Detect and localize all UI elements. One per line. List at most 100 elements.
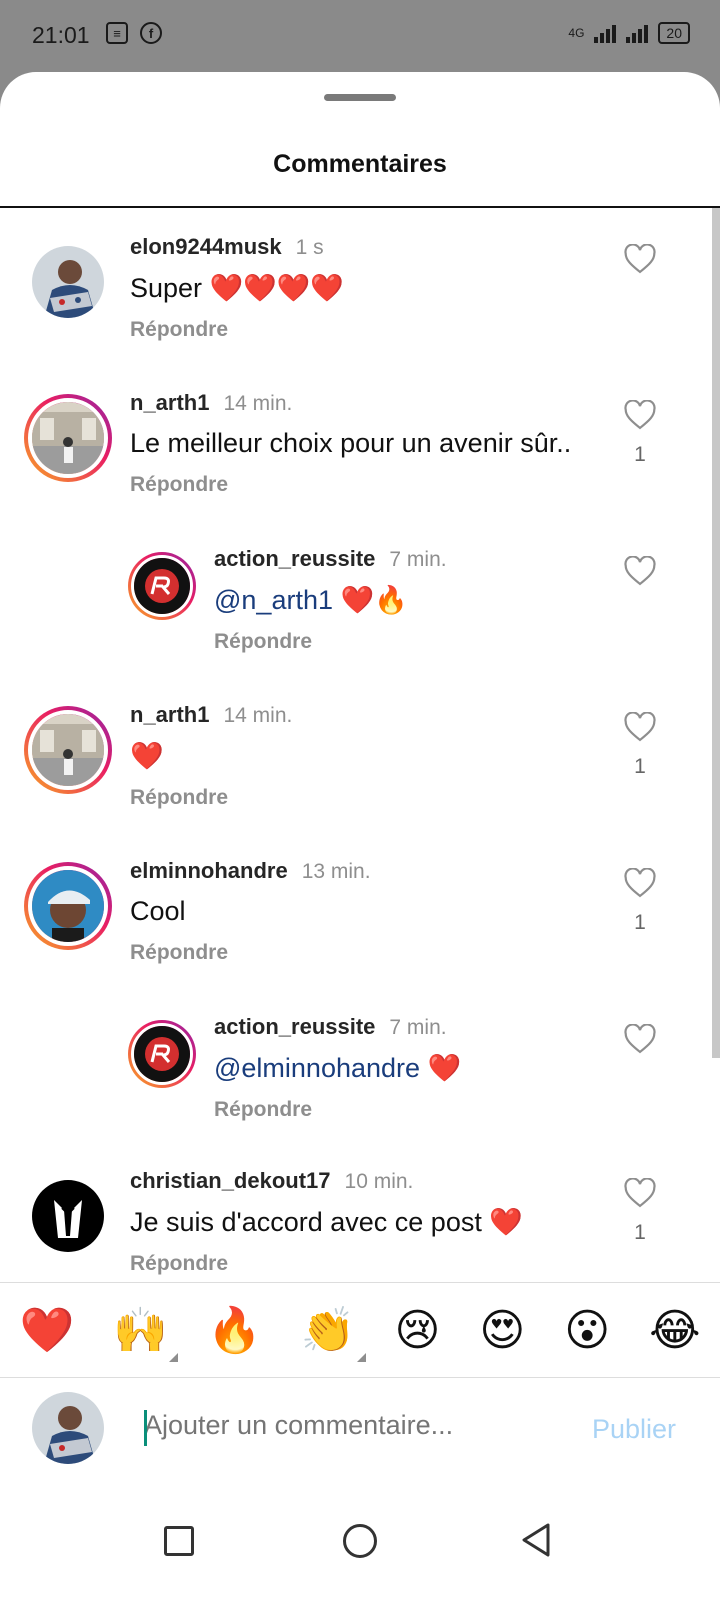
message-notification-icon: ≡ (106, 22, 128, 44)
notification-icons: ≡ f (106, 22, 162, 44)
skin-tone-indicator-icon (169, 1353, 179, 1362)
comment-text-emoji: ❤️ (420, 1053, 462, 1083)
comment-time: 7 min. (389, 548, 447, 571)
comment-item: elon9244musk 1 s Super ❤️❤️❤️❤️ Répondre (0, 226, 700, 346)
comment-item: n_arth1 14 min. ❤️ Répondre 1 (0, 694, 700, 814)
brand-logo (131, 1023, 193, 1085)
back-icon[interactable] (520, 1522, 552, 1558)
header-divider (0, 206, 720, 208)
like-count: 1 (634, 443, 646, 466)
comment-username[interactable]: n_arth1 (130, 702, 209, 728)
like-count: 1 (634, 755, 646, 778)
signal-2-icon (626, 23, 649, 43)
reply-button[interactable]: Répondre (130, 318, 344, 342)
emoji-fire-button[interactable]: 🔥 (207, 1304, 262, 1356)
comment-username[interactable]: action_reussite (214, 1014, 375, 1040)
heart-icon (624, 399, 656, 430)
comment-username[interactable]: christian_dekout17 (130, 1168, 331, 1194)
avatar-image (28, 866, 108, 946)
comment-username[interactable]: elminnohandre (130, 858, 288, 884)
comment-text: Je suis d'accord avec ce post ❤️ (130, 1207, 523, 1237)
publish-button[interactable]: Publier (592, 1414, 676, 1445)
emoji-surprised-button[interactable]: 😮 (564, 1305, 610, 1356)
heart-icon (624, 1023, 656, 1054)
comment-item: christian_dekout17 10 min. Je suis d'acc… (0, 1160, 700, 1280)
comment-time: 14 min. (223, 392, 293, 415)
system-indicators: 4G 20 (568, 22, 690, 44)
avatar[interactable] (24, 1172, 112, 1260)
like-button[interactable]: 1 (620, 1177, 660, 1245)
avatar-image (32, 246, 104, 318)
status-time: 21:01 (32, 22, 90, 48)
avatar[interactable] (24, 394, 112, 482)
system-navigation-bar (0, 1488, 720, 1612)
reply-button[interactable]: Répondre (130, 941, 371, 965)
avatar[interactable] (128, 1020, 196, 1088)
emoji-raised-hands-button[interactable]: 🙌 (113, 1304, 179, 1362)
mention-link[interactable]: @elminnohandre (214, 1053, 420, 1083)
avatar[interactable] (24, 706, 112, 794)
like-button[interactable]: 1 (620, 867, 660, 935)
heart-icon (624, 867, 656, 898)
like-button[interactable] (620, 555, 660, 599)
recent-apps-icon[interactable] (164, 1526, 194, 1556)
comment-item: elminnohandre 13 min. Cool Répondre 1 (0, 850, 700, 970)
emoji-clap-button[interactable]: 👏 (300, 1304, 366, 1362)
like-button[interactable] (620, 243, 660, 287)
comment-username[interactable]: elon9244musk (130, 234, 282, 260)
comment-time: 1 s (295, 236, 324, 259)
reply-item: action_reussite 7 min. @n_arth1 ❤️🔥 Répo… (0, 538, 700, 658)
text-cursor (144, 1410, 147, 1446)
avatar[interactable] (128, 552, 196, 620)
comment-body: elminnohandre 13 min. Cool Répondre (130, 858, 371, 965)
emoji-crying-button[interactable]: 😢 (395, 1305, 441, 1356)
facebook-notification-icon: f (140, 22, 162, 44)
heart-icon (624, 1177, 656, 1208)
comment-username[interactable]: n_arth1 (130, 390, 209, 416)
comment-username[interactable]: action_reussite (214, 546, 375, 572)
reply-button[interactable]: Répondre (214, 630, 447, 654)
skin-tone-indicator-icon (356, 1353, 366, 1362)
avatar-image (32, 1180, 104, 1252)
sheet-title: Commentaires (273, 150, 447, 178)
comment-body: action_reussite 7 min. @elminnohandre ❤️… (214, 1014, 461, 1122)
emoji-reaction-bar: ❤️ 🙌 🔥 👏 😢 😍 😮 😂 (0, 1282, 720, 1378)
comment-text: Cool (130, 896, 186, 926)
heart-icon (624, 711, 656, 742)
emoji-heart-eyes-button[interactable]: 😍 (479, 1305, 525, 1356)
like-button[interactable] (620, 1023, 660, 1067)
home-icon[interactable] (343, 1524, 377, 1558)
like-button[interactable]: 1 (620, 711, 660, 779)
mention-link[interactable]: @n_arth1 (214, 585, 333, 615)
comment-text: @elminnohandre ❤️ (214, 1052, 461, 1084)
comment-text: Super ❤️❤️❤️❤️ (130, 273, 345, 303)
emoji-laughing-button[interactable]: 😂 (649, 1305, 700, 1356)
reply-button[interactable]: Répondre (130, 1252, 523, 1276)
reply-button[interactable]: Répondre (214, 1098, 461, 1122)
avatar-image (28, 398, 108, 478)
avatar[interactable] (24, 238, 112, 326)
comment-time: 7 min. (389, 1016, 447, 1039)
comment-body: christian_dekout17 10 min. Je suis d'acc… (130, 1168, 523, 1276)
comment-body: action_reussite 7 min. @n_arth1 ❤️🔥 Répo… (214, 546, 447, 654)
like-button[interactable]: 1 (620, 399, 660, 467)
heart-icon (624, 243, 656, 274)
scrollbar-thumb[interactable] (712, 208, 720, 1058)
drag-handle[interactable] (324, 94, 396, 101)
like-count: 1 (634, 1221, 646, 1244)
emoji-clap-glyph: 👏 (300, 1305, 356, 1356)
comment-body: n_arth1 14 min. Le meilleur choix pour u… (130, 390, 571, 497)
comment-text: ❤️ (130, 741, 164, 771)
current-user-avatar (32, 1392, 104, 1464)
comment-input[interactable] (144, 1410, 564, 1441)
avatar[interactable] (24, 862, 112, 950)
avatar-image (28, 710, 108, 790)
emoji-raised-hands-glyph: 🙌 (113, 1305, 169, 1356)
comment-time: 13 min. (301, 860, 371, 883)
reply-button[interactable]: Répondre (130, 473, 571, 497)
reply-button[interactable]: Répondre (130, 786, 292, 810)
comment-item: n_arth1 14 min. Le meilleur choix pour u… (0, 382, 700, 502)
comment-time: 10 min. (344, 1170, 414, 1193)
emoji-heart-button[interactable]: ❤️ (19, 1304, 74, 1356)
like-count: 1 (634, 911, 646, 934)
